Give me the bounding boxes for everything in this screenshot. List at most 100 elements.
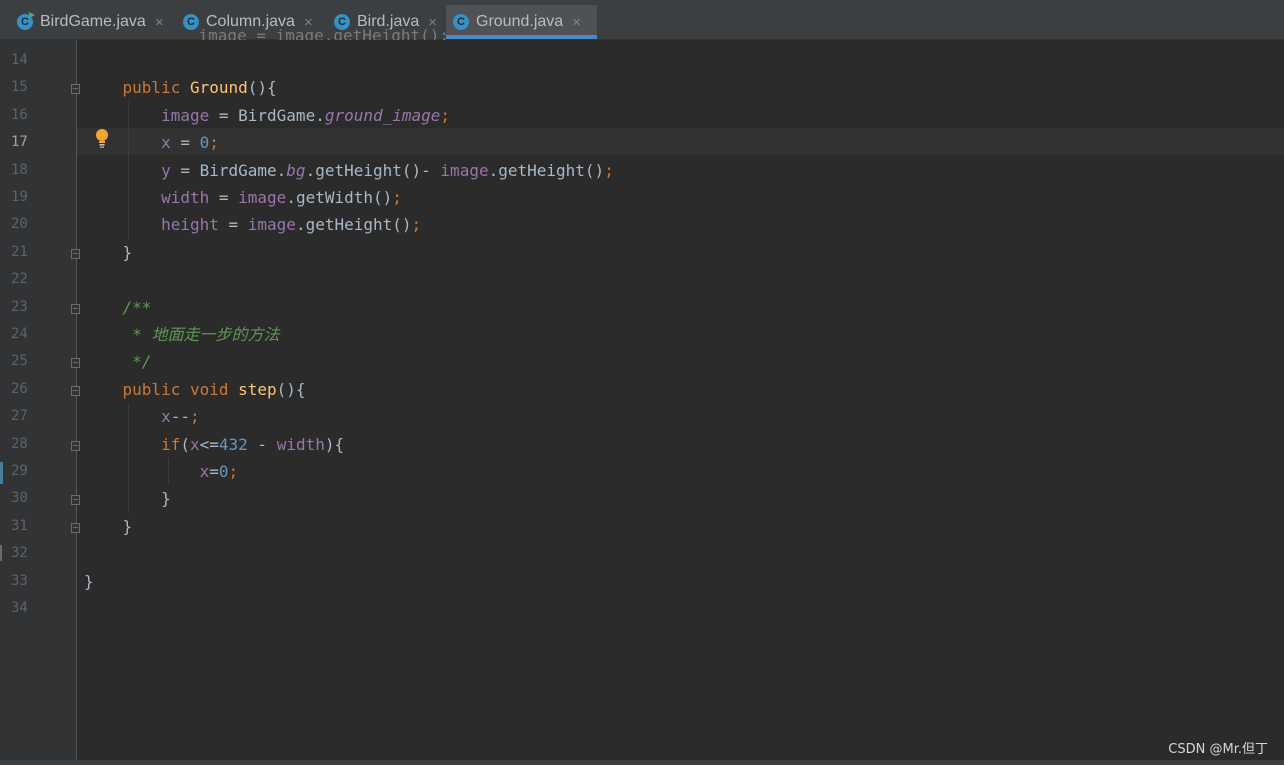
code-line[interactable]: /** <box>84 294 152 321</box>
code-token: Ground <box>189 78 248 98</box>
code-line[interactable]: } <box>84 513 133 540</box>
fold-marker-icon[interactable] <box>71 358 80 369</box>
code-token: = <box>218 215 248 235</box>
tab-ground-java[interactable]: C Ground.java × <box>446 5 597 39</box>
code-line[interactable]: } <box>84 239 133 266</box>
java-class-runnable-icon: C <box>17 12 35 30</box>
code-token: -- <box>170 407 190 427</box>
tab-label: Ground.java <box>476 13 564 30</box>
code-line[interactable]: } <box>84 568 94 595</box>
indent-guide <box>128 403 129 513</box>
line-number-gutter[interactable]: 14 15 16 17 18 19 20 21 22 23 24 25 26 27 28 29 30 31 32 33… <box>0 40 77 760</box>
line-number: 19 <box>11 189 28 205</box>
line-number: 16 <box>11 106 28 123</box>
code-line[interactable]: if(x<=432 - width){ <box>84 431 344 458</box>
code-token: ; <box>189 407 200 427</box>
code-line[interactable]: public Ground(){ <box>84 74 277 101</box>
code-token: ; <box>411 215 422 235</box>
vcs-change-marker[interactable] <box>0 462 3 484</box>
code-token: public <box>122 78 190 98</box>
code-token: ; <box>209 133 219 153</box>
code-line[interactable]: x--; <box>84 403 200 430</box>
intention-bulb-icon[interactable] <box>94 128 110 148</box>
code-token: .getHeight()- <box>305 160 441 180</box>
code-token: width <box>276 434 325 454</box>
code-line[interactable]: public void step(){ <box>84 376 306 403</box>
line-number: 25 <box>11 353 28 370</box>
fold-marker-icon[interactable] <box>71 248 80 259</box>
code-line[interactable]: width = image.getWidth(); <box>84 184 402 211</box>
code-token: image <box>247 215 296 235</box>
fold-marker-icon[interactable] <box>71 522 80 533</box>
code-line[interactable]: image = BirdGame.ground_image; <box>84 102 450 129</box>
code-line[interactable]: x=0; <box>84 458 239 485</box>
code-token: ; <box>392 188 402 207</box>
line-number: 17 <box>11 134 28 151</box>
code-token: ground_image <box>324 105 441 125</box>
code-token: x <box>189 434 200 454</box>
code-token: = <box>170 133 200 153</box>
code-token: ; <box>228 462 239 481</box>
code-token: <= <box>199 434 219 454</box>
code-token: ){ <box>324 434 345 454</box>
code-token: (){ <box>276 379 306 399</box>
tab-birdgame-java[interactable]: C BirdGame.java × <box>10 5 179 39</box>
vcs-change-marker[interactable] <box>0 545 2 561</box>
code-token: */ <box>132 352 152 372</box>
line-number: 20 <box>11 216 28 233</box>
code-token: x <box>199 462 210 481</box>
line-number: 24 <box>11 326 28 342</box>
fold-marker-icon[interactable] <box>71 440 80 451</box>
code-token: .getWidth() <box>286 188 393 207</box>
line-number: 21 <box>11 243 28 260</box>
code-token: x <box>161 133 171 153</box>
line-number: 31 <box>11 517 28 534</box>
code-line[interactable]: * 地面走一步的方法 <box>84 321 279 348</box>
fold-marker-icon[interactable] <box>71 303 80 314</box>
code-token: /** <box>122 297 152 317</box>
code-token: .getHeight() <box>488 160 605 180</box>
code-token: } <box>84 516 133 536</box>
fold-marker-icon[interactable] <box>71 495 80 506</box>
code-line[interactable]: height = image.getHeight(); <box>84 211 421 238</box>
tab-label: BirdGame.java <box>40 13 146 30</box>
bottom-border <box>0 760 1284 765</box>
code-token: 0 <box>199 133 210 153</box>
active-tab-indicator <box>446 35 597 39</box>
close-icon[interactable]: × <box>572 14 581 31</box>
line-number: 26 <box>11 380 28 397</box>
code-line[interactable]: y = BirdGame.bg.getHeight()- image.getHe… <box>84 157 614 184</box>
code-token: width <box>161 188 210 207</box>
line-number: 28 <box>11 435 28 452</box>
fold-marker-icon[interactable] <box>71 385 80 396</box>
fold-marker-icon[interactable] <box>71 84 80 95</box>
code-line[interactable]: */ <box>84 348 151 375</box>
code-token: 0 <box>218 462 229 481</box>
line-number: 29 <box>11 463 28 479</box>
line-number: 33 <box>11 572 28 589</box>
code-token: (){ <box>247 78 277 98</box>
indent-guide <box>128 101 129 239</box>
code-token: ; <box>604 160 614 180</box>
caret-row-highlight <box>77 128 1284 155</box>
line-number: 32 <box>11 545 28 562</box>
indent-guide <box>168 458 169 486</box>
code-token: y <box>161 160 171 180</box>
line-number: 34 <box>11 600 28 616</box>
code-token: image <box>161 105 210 125</box>
code-token: x <box>161 407 171 427</box>
line-number: 15 <box>11 79 28 96</box>
line-number: 14 <box>11 52 28 68</box>
line-number: 27 <box>11 408 28 425</box>
